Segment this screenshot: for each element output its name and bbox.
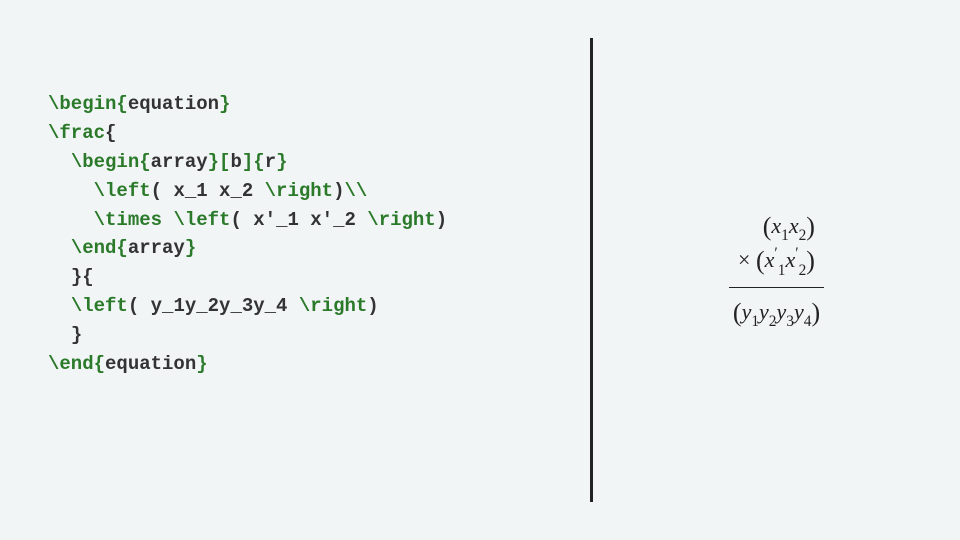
sub-1: 1 (781, 227, 789, 244)
var-y: y (742, 299, 752, 324)
env-name: equation (105, 353, 196, 375)
numerator-row-2: × (x′1x′2) (738, 244, 815, 278)
cmd: \right (367, 209, 435, 231)
cmd: \begin{ (71, 151, 151, 173)
sub-1: 1 (778, 262, 786, 279)
env-name: equation (128, 93, 219, 115)
cmd: \left (71, 295, 128, 317)
arg: r (265, 151, 276, 173)
sub-4: 4 (804, 313, 812, 330)
var-x: x (771, 213, 781, 238)
brace: { (105, 122, 116, 144)
brace: }{ (71, 266, 94, 288)
txt (162, 209, 173, 231)
txt: x'_1 x'_2 (253, 209, 367, 231)
var-y: y (777, 299, 787, 324)
cmd: \right (299, 295, 367, 317)
brace: } (276, 151, 287, 173)
right-paren: ) (806, 212, 815, 241)
txt: y_1y_2y_3y_4 (151, 295, 299, 317)
var-x: x (785, 247, 795, 272)
left-paren: ( (756, 246, 765, 275)
opt: b (230, 151, 241, 173)
sub-2: 2 (799, 262, 807, 279)
var-y: y (794, 299, 804, 324)
cmd: \begin{ (48, 93, 128, 115)
brace: } (185, 237, 196, 259)
rendered-equation: (x1x2) × (x′1x′2) (y1y2y3y4) (729, 210, 824, 330)
denominator: (y1y2y3y4) (729, 292, 824, 330)
cmd: \right (265, 180, 333, 202)
txt: ( (128, 295, 151, 317)
prime: ′ (774, 245, 777, 262)
cmd: \times (94, 209, 162, 231)
txt: x_1 x_2 (173, 180, 264, 202)
env-name: array (128, 237, 185, 259)
txt: ( (151, 180, 174, 202)
cmd: \\ (344, 180, 367, 202)
var-x: x (789, 213, 799, 238)
right-paren: ) (806, 246, 815, 275)
txt: ( (230, 209, 253, 231)
cmd: \end{ (71, 237, 128, 259)
cmd: \end{ (48, 353, 105, 375)
output-panel: (x1x2) × (x′1x′2) (y1y2y3y4) (593, 0, 960, 540)
txt: ) (333, 180, 344, 202)
right-paren: ) (811, 298, 820, 327)
txt: ) (367, 295, 378, 317)
latex-code: \begin{equation} \frac{ \begin{array}[b]… (48, 90, 570, 379)
sub-1: 1 (751, 313, 759, 330)
brace: }[ (208, 151, 231, 173)
cmd: \left (173, 209, 230, 231)
sub-2: 2 (799, 227, 807, 244)
numerator-row-1: (x1x2) (738, 210, 815, 244)
code-panel: \begin{equation} \frac{ \begin{array}[b]… (0, 0, 590, 540)
brace: } (71, 324, 82, 346)
times-icon: × (738, 247, 750, 272)
env-name: array (151, 151, 208, 173)
fraction-line (729, 287, 824, 288)
sub-2: 2 (769, 313, 777, 330)
var-y: y (759, 299, 769, 324)
txt: ) (436, 209, 447, 231)
numerator: (x1x2) × (x′1x′2) (732, 210, 821, 283)
var-x: x (765, 247, 775, 272)
left-paren: ( (733, 298, 742, 327)
brace: } (219, 93, 230, 115)
cmd: \left (94, 180, 151, 202)
cmd: \frac (48, 122, 105, 144)
brace: } (196, 353, 207, 375)
prime: ′ (795, 245, 798, 262)
sub-3: 3 (786, 313, 794, 330)
brace: ]{ (242, 151, 265, 173)
